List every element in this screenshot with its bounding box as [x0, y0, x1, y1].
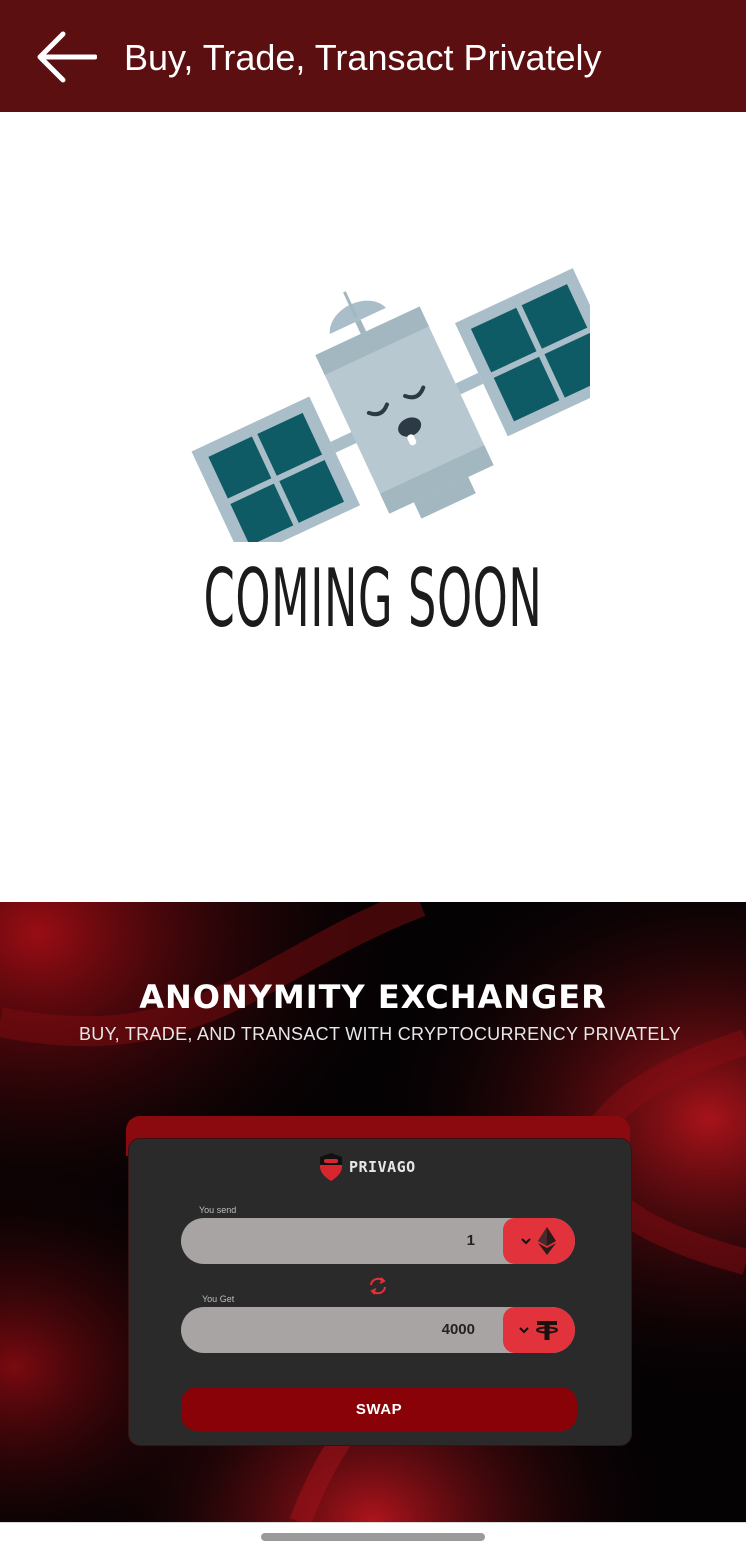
tether-icon	[536, 1321, 558, 1340]
get-amount-field[interactable]: 4000	[181, 1307, 575, 1353]
app-bar: Buy, Trade, Transact Privately	[0, 0, 746, 112]
get-label: You Get	[202, 1294, 235, 1304]
sleeping-satellite-icon	[191, 268, 590, 542]
get-amount-value: 4000	[441, 1321, 475, 1338]
banner-title: ANONYMITY EXCHANGER	[139, 978, 607, 1016]
send-label: You send	[199, 1205, 237, 1215]
chevron-down-icon	[521, 1238, 531, 1245]
ethereum-icon	[538, 1227, 556, 1255]
brand-name: PRIVAGO	[349, 1158, 416, 1176]
send-amount-field[interactable]: 1	[181, 1218, 575, 1264]
brand-logo: PRIVAGO	[317, 1149, 416, 1185]
swap-card: PRIVAGO You send 1 You Get 4000 SWAP	[128, 1138, 632, 1446]
send-coin-select[interactable]	[503, 1218, 575, 1264]
shield-mask-icon	[320, 1153, 342, 1181]
system-nav-bar	[0, 1522, 746, 1552]
home-gesture-handle[interactable]	[261, 1533, 485, 1541]
page-title: Buy, Trade, Transact Privately	[124, 37, 602, 78]
send-amount-value: 1	[466, 1232, 475, 1249]
get-coin-select[interactable]	[503, 1307, 575, 1353]
coming-soon-text: COMING SOON	[203, 552, 543, 645]
swap-direction-icon[interactable]	[367, 1275, 389, 1297]
arrow-left-icon	[37, 31, 97, 83]
coming-soon-section: COMING SOON	[0, 112, 746, 902]
banner-subtitle: BUY, TRADE, AND TRANSACT WITH CRYPTOCURR…	[79, 1024, 681, 1044]
back-button[interactable]	[30, 26, 102, 88]
chevron-down-icon	[519, 1327, 529, 1334]
exchanger-banner[interactable]: ANONYMITY EXCHANGER BUY, TRADE, AND TRAN…	[0, 902, 746, 1522]
swap-button[interactable]: SWAP	[181, 1387, 577, 1431]
